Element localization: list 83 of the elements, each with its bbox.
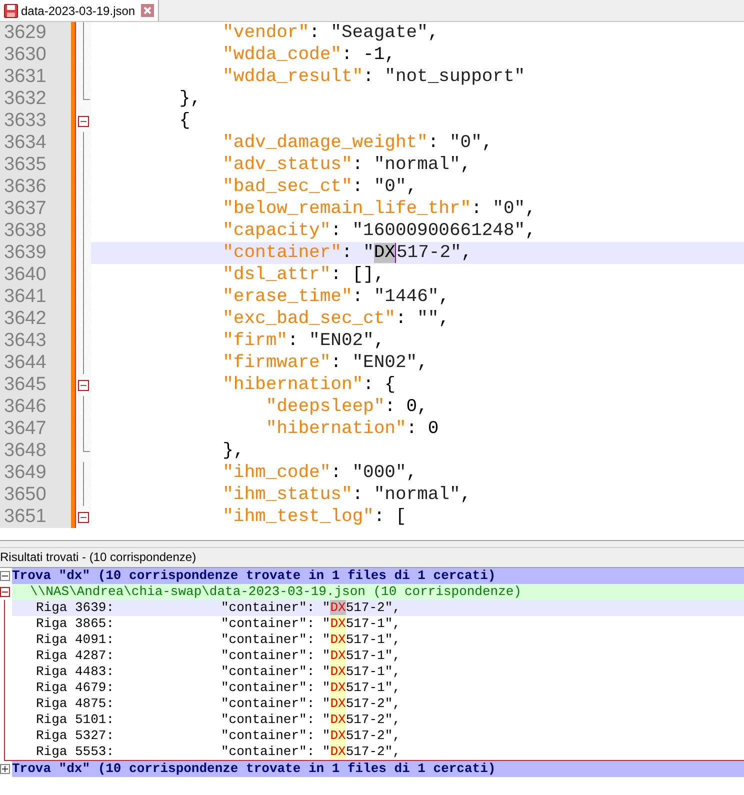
fold-margin [75, 440, 91, 462]
code-line: }, [222, 440, 246, 462]
code-line: "deepsleep": 0, [264, 396, 429, 418]
code-line: "erase_time": "1446", [222, 286, 450, 308]
code-line: "below_remain_life_thr": "0", [222, 198, 537, 220]
fold-margin [75, 22, 91, 44]
fold-margin [75, 44, 91, 66]
line-number: 3641 [0, 286, 71, 308]
fold-margin [75, 330, 91, 352]
fold-minus-icon[interactable] [0, 571, 10, 581]
line-number: 3632 [0, 88, 71, 110]
fold-plus-icon[interactable] [0, 764, 10, 774]
fold-margin [75, 198, 91, 220]
line-number: 3633 [0, 110, 71, 132]
line-number: 3649 [0, 462, 71, 484]
close-icon[interactable] [141, 4, 154, 17]
code-line: "adv_damage_weight": "0", [222, 132, 494, 154]
line-number: 3640 [0, 264, 71, 286]
code-line: "ihm_code": "000", [222, 462, 418, 484]
panel-title: Risultati trovati - (10 corrispondenze) [0, 548, 744, 568]
file-path-row[interactable]: \\NAS\Andrea\chia-swap\data-2023-03-19.json (10 corrispondenze) [12, 584, 744, 600]
tab-title: data-2023-03-19.json [21, 4, 136, 18]
search-header[interactable]: Trova "dx" (10 corrispondenze trovate in 1 files di 1 cercati) [12, 761, 744, 777]
code-line: "vendor": "Seagate", [222, 22, 440, 44]
fold-margin [75, 154, 91, 176]
code-line: "exc_bad_sec_ct": "", [222, 308, 450, 330]
line-number: 3647 [0, 418, 71, 440]
code-line: "ihm_status": "normal", [222, 484, 472, 506]
line-number: 3651 [0, 506, 71, 528]
line-number: 3642 [0, 308, 71, 330]
search-result-row[interactable]: Riga 4091: "container": "DX517-1", [12, 632, 744, 648]
fold-margin [75, 66, 91, 88]
fold-margin [75, 264, 91, 286]
line-number: 3648 [0, 440, 71, 462]
code-line: "wdda_result": "not_support" [222, 66, 526, 88]
fold-minus-icon[interactable] [78, 512, 89, 522]
line-number: 3643 [0, 330, 71, 352]
search-result-row[interactable]: Riga 4287: "container": "DX517-1", [12, 648, 744, 664]
line-number: 3634 [0, 132, 71, 154]
search-result-row[interactable]: Riga 3639: "container": "DX517-2", [12, 600, 744, 616]
fold-margin [75, 308, 91, 330]
line-number: 3629 [0, 22, 71, 44]
code-line: "adv_status": "normal", [222, 154, 472, 176]
line-number: 3637 [0, 198, 71, 220]
code-line: }, [178, 88, 202, 110]
fold-minus-icon[interactable] [78, 116, 89, 126]
fold-minus-icon[interactable] [0, 587, 10, 597]
code-line: "hibernation": { [222, 374, 396, 396]
line-number: 3631 [0, 66, 71, 88]
line-number: 3646 [0, 396, 71, 418]
search-result-row[interactable]: Riga 5553: "container": "DX517-2", [12, 744, 744, 760]
code-line: "firm": "EN02", [222, 330, 386, 352]
fold-minus-icon[interactable] [78, 380, 89, 390]
code-line: "wdda_code": -1, [222, 44, 396, 66]
search-result-row[interactable]: Riga 5327: "container": "DX517-2", [12, 728, 744, 744]
fold-margin [75, 418, 91, 440]
fold-margin [75, 176, 91, 198]
line-number: 3638 [0, 220, 71, 242]
line-number: 3645 [0, 374, 71, 396]
line-number: 3635 [0, 154, 71, 176]
search-result-row[interactable]: Riga 3865: "container": "DX517-1", [12, 616, 744, 632]
code-line: { [178, 110, 192, 132]
code-line: "dsl_attr": [], [222, 264, 386, 286]
line-number: 3639 [0, 242, 71, 264]
code-line: "firmware": "EN02", [222, 352, 429, 374]
search-header[interactable]: Trova "dx" (10 corrispondenze trovate in 1 files di 1 cercati) [12, 568, 744, 584]
fold-margin [75, 286, 91, 308]
line-number: 3636 [0, 176, 71, 198]
fold-margin [75, 220, 91, 242]
code-line: "capacity": "16000900661248", [222, 220, 537, 242]
line-number: 3650 [0, 484, 71, 506]
code-line: "hibernation": 0 [264, 418, 440, 440]
line-number: 3644 [0, 352, 71, 374]
code-line: "bad_sec_ct": "0", [222, 176, 418, 198]
fold-margin [75, 462, 91, 484]
search-result-row[interactable]: Riga 4483: "container": "DX517-1", [12, 664, 744, 680]
file-tab[interactable]: data-2023-03-19.json [0, 0, 160, 21]
search-result-row[interactable]: Riga 4679: "container": "DX517-1", [12, 680, 744, 696]
search-result-row[interactable]: Riga 4875: "container": "DX517-2", [12, 696, 744, 712]
search-result-row[interactable]: Riga 5101: "container": "DX517-2", [12, 712, 744, 728]
fold-margin [75, 242, 91, 264]
line-number: 3630 [0, 44, 71, 66]
code-line: "ihm_test_log": [ [222, 506, 408, 528]
